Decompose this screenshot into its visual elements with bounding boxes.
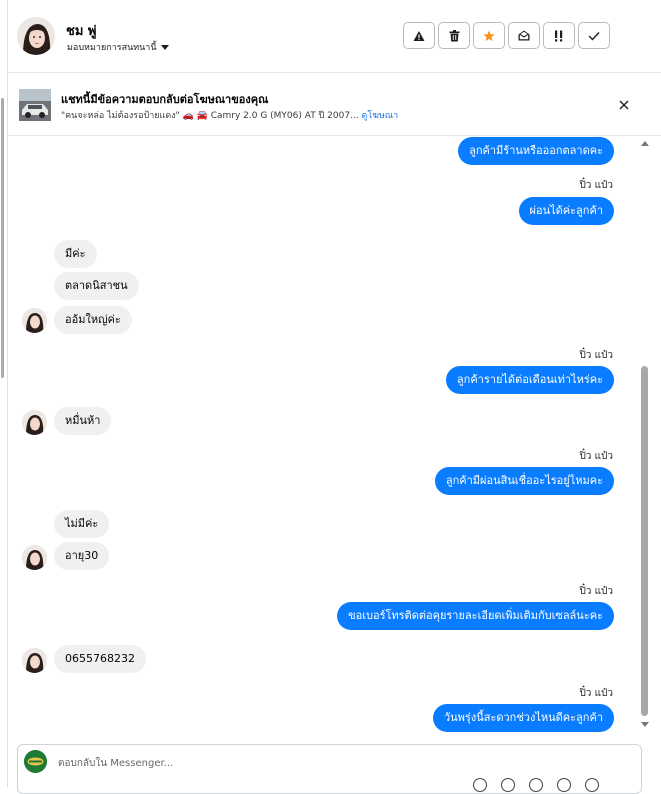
trash-icon — [449, 29, 459, 41]
delete-button[interactable] — [438, 22, 470, 49]
composer-tools — [473, 778, 599, 792]
sender-name: ปิ๋ว แป๋ว — [579, 688, 613, 699]
outgoing-message[interactable]: ลูกค้ามีผ่อนสินเชื่ออะไรอยู่ไหมคะ — [434, 467, 614, 495]
assign-conversation-dropdown[interactable]: มอบหมายการสนทนานี้ — [67, 40, 169, 54]
envelope-open-icon — [518, 30, 530, 41]
scroll-up-arrow-icon[interactable] — [641, 141, 649, 146]
ad-banner-subtitle: "คนจะหล่อ ไม่ต้องรอป้ายแดง" 🚗 🚘 Camry 2.… — [61, 108, 398, 122]
warning-triangle-icon — [413, 30, 425, 41]
star-icon — [483, 30, 495, 41]
left-pane-scrollbar[interactable] — [1, 98, 4, 378]
incoming-message[interactable]: 0655768232 — [54, 645, 146, 673]
outgoing-message[interactable]: ผ่อนได้ค่ะลูกค้า — [518, 197, 614, 225]
view-ad-link[interactable]: ดูโฆษณา — [362, 111, 399, 121]
conversation-toolbar — [403, 22, 610, 49]
page-avatar — [24, 750, 47, 773]
outgoing-message[interactable]: ขอเบอร์โทรติดต่อคุยรายละเอียดเพิ่มเติมกั… — [337, 602, 614, 630]
incoming-message[interactable]: อายุ30 — [54, 542, 110, 570]
contact-avatar-small[interactable] — [22, 308, 47, 333]
ad-thumbnail-image[interactable] — [19, 89, 51, 121]
contact-avatar-small[interactable] — [22, 410, 47, 435]
spam-button[interactable] — [403, 22, 435, 49]
sender-name: ปิ๋ว แป๋ว — [579, 180, 613, 191]
ad-description: "คนจะหล่อ ไม่ต้องรอป้ายแดง" 🚗 🚘 Camry 2.… — [61, 111, 359, 121]
thread-scrollbar[interactable] — [637, 136, 652, 736]
saved-reply-icon[interactable] — [529, 778, 543, 792]
star-button[interactable] — [473, 22, 505, 49]
done-button[interactable] — [578, 22, 610, 49]
ad-reply-banner: แชทนี้มีข้อความตอบกลับต่อโฆษณาของคุณ "คน… — [7, 73, 661, 136]
follow-up-button[interactable] — [543, 22, 575, 49]
exclamation-icon — [555, 30, 563, 41]
contact-avatar[interactable] — [17, 17, 55, 55]
outgoing-message[interactable]: ลูกค้ารายได้ต่อเดือนเท่าไหร่คะ — [445, 366, 614, 394]
reply-input[interactable] — [58, 754, 618, 772]
incoming-message[interactable]: มีค่ะ — [54, 240, 97, 268]
emoji-icon[interactable] — [473, 778, 487, 792]
message-thread: ลูกค้ามีร้านหรือออกตลาดคะ ปิ๋ว แป๋ว ผ่อน… — [7, 136, 661, 740]
close-icon — [619, 100, 629, 110]
scrollbar-thumb[interactable] — [641, 366, 648, 716]
conversation-header: ชม พู่ มอบหมายการสนทนานี้ — [7, 0, 661, 73]
like-icon[interactable] — [585, 778, 599, 792]
check-icon — [588, 31, 600, 41]
outgoing-message[interactable]: ลูกค้ามีร้านหรือออกตลาดคะ — [458, 137, 614, 165]
mark-unread-button[interactable] — [508, 22, 540, 49]
sender-name: ปิ๋ว แป๋ว — [579, 350, 613, 361]
messenger-window: ชม พู่ มอบหมายการสนทนานี้ แชทนี้มีข้อควา… — [0, 0, 661, 794]
ad-banner-title: แชทนี้มีข้อความตอบกลับต่อโฆษณาของคุณ — [61, 93, 269, 106]
sender-name: ปิ๋ว แป๋ว — [579, 586, 613, 597]
incoming-message[interactable]: ไม่มีค่ะ — [54, 510, 110, 538]
contact-name[interactable]: ชม พู่ — [66, 20, 97, 41]
scroll-down-arrow-icon[interactable] — [641, 722, 649, 727]
attachment-icon[interactable] — [501, 778, 515, 792]
sender-name: ปิ๋ว แป๋ว — [579, 451, 613, 462]
conversation-panel: ชม พู่ มอบหมายการสนทนานี้ แชทนี้มีข้อควา… — [7, 0, 661, 794]
incoming-message[interactable]: ตลาดนิสาชน — [54, 272, 139, 300]
contact-avatar-small[interactable] — [22, 648, 47, 673]
assign-label: มอบหมายการสนทนานี้ — [67, 43, 157, 53]
close-banner-button[interactable] — [615, 96, 633, 114]
contact-avatar-small[interactable] — [22, 545, 47, 570]
gif-icon[interactable] — [557, 778, 571, 792]
caret-down-icon — [160, 44, 169, 50]
incoming-message[interactable]: หมื่นห้า — [54, 407, 112, 435]
outgoing-message[interactable]: วันพรุ่งนี้สะดวกช่วงไหนดีคะลูกค้า — [432, 704, 614, 732]
incoming-message[interactable]: ออ้มใหญ่ค่ะ — [54, 306, 132, 334]
